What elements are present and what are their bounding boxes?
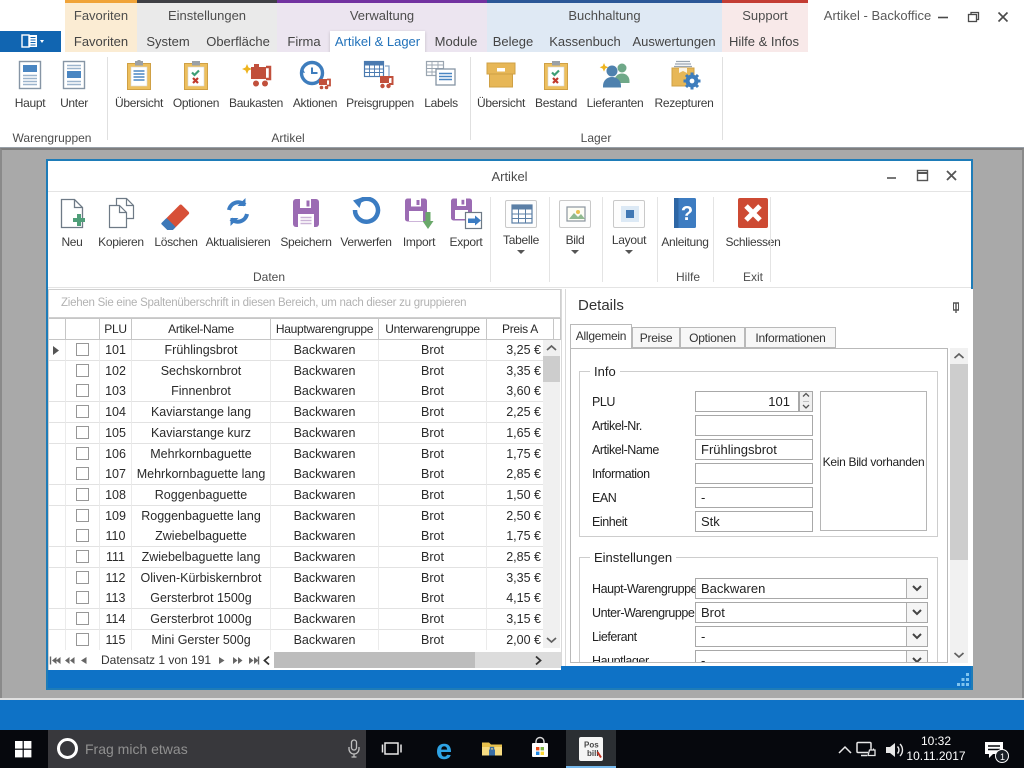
svg-text:bill: bill — [587, 749, 599, 758]
svg-text:1: 1 — [1000, 752, 1005, 762]
svg-text:?: ? — [681, 203, 693, 225]
